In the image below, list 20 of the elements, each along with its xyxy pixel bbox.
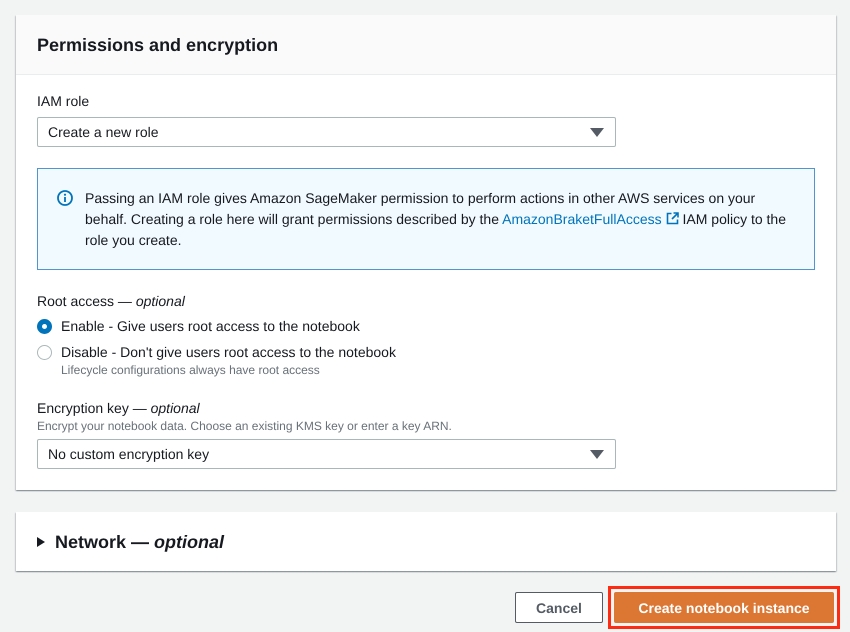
info-icon bbox=[57, 190, 73, 206]
external-link-icon bbox=[666, 212, 679, 225]
field-label: Root access — optional bbox=[37, 292, 186, 311]
caret-down-icon bbox=[590, 128, 604, 136]
key-select[interactable]: No custom encryption key bbox=[37, 439, 616, 469]
section-title: Permissions and encryption bbox=[37, 34, 278, 56]
cancel-button[interactable]: Cancel bbox=[515, 592, 603, 623]
info-text: Passing an IAM role gives Amazon SageMaker permission to perform actions in other AWS services on your behalf. Creating a role here will grant permissions described by the AmazonBraketFullAccess IAM policy to the role you create. bbox=[85, 189, 788, 250]
network-toggle[interactable]: Network — optional bbox=[37, 530, 224, 552]
radio-label[interactable]: Disable - Don't give users root access to the notebook bbox=[61, 342, 396, 362]
radio-label[interactable]: Enable - Give users root access to the notebook bbox=[61, 316, 360, 336]
field-description: Encrypt your notebook data. Choose an existing KMS key or enter a key ARN. bbox=[37, 418, 453, 434]
field-label: IAM role bbox=[37, 92, 90, 111]
radio-button[interactable] bbox=[37, 319, 52, 334]
option-description: Lifecycle configurations always have root access bbox=[61, 362, 321, 378]
policy-link[interactable]: AmazonBraketFullAccess bbox=[502, 211, 679, 227]
caret-down-icon bbox=[590, 450, 604, 458]
field-label: Encryption key — optional bbox=[37, 399, 201, 418]
radio-button[interactable] bbox=[37, 345, 52, 360]
role-select[interactable]: Create a new role bbox=[37, 117, 616, 147]
